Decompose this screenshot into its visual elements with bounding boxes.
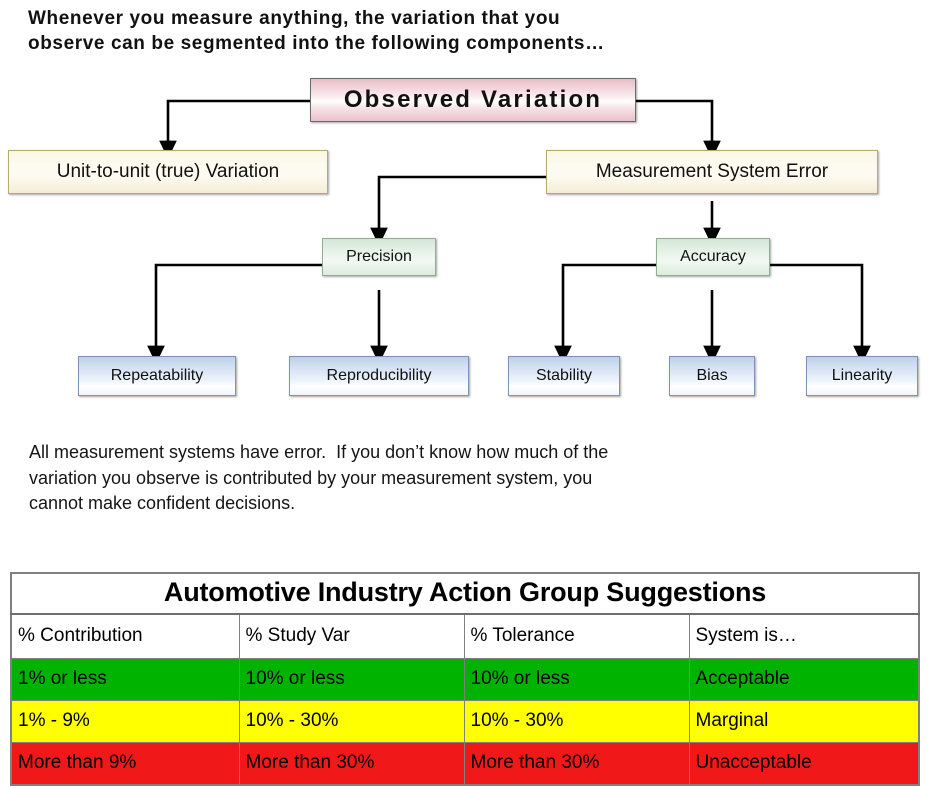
node-linearity-label: Linearity (831, 367, 893, 384)
body-paragraph: All measurement systems have error. If y… (29, 440, 759, 517)
cell-tolerance-acceptable: 10% or less (463, 658, 690, 701)
connector-mse-to-precision (370, 175, 546, 246)
table-title: Automotive Industry Action Group Suggest… (10, 572, 920, 615)
node-stability-label: Stability (535, 367, 593, 384)
node-observed-variation[interactable]: Observed Variation (310, 78, 636, 122)
body-paragraph-line-1: All measurement systems have error. If y… (29, 442, 609, 462)
node-unit-to-unit-variation-label: Unit-to-unit (true) Variation (56, 161, 280, 182)
node-reproducibility-label: Reproducibility (326, 367, 432, 384)
node-reproducibility[interactable]: Reproducibility (289, 356, 469, 396)
node-accuracy-label: Accuracy (680, 248, 746, 265)
node-unit-to-unit-variation[interactable]: Unit-to-unit (true) Variation (8, 150, 328, 194)
connector-precision-to-repeatability (147, 263, 322, 364)
cell-tolerance-marginal: 10% - 30% (463, 700, 690, 743)
cell-contribution-marginal: 1% - 9% (10, 700, 240, 743)
table-row: More than 9% More than 30% More than 30%… (10, 742, 920, 786)
cell-tolerance-unacceptable: More than 30% (463, 742, 690, 786)
node-observed-variation-label: Observed Variation (343, 86, 603, 113)
connector-observed-to-unit (159, 99, 310, 159)
node-measurement-system-error[interactable]: Measurement System Error (546, 150, 878, 194)
column-header-contribution: % Contribution (10, 613, 240, 659)
column-header-tolerance: % Tolerance (463, 613, 690, 659)
cell-contribution-acceptable: 1% or less (10, 658, 240, 701)
node-repeatability[interactable]: Repeatability (78, 356, 236, 396)
body-paragraph-line-2: variation you observe is contributed by … (29, 467, 593, 488)
node-bias[interactable]: Bias (669, 356, 755, 396)
status-badge-unacceptable: Unacceptable (688, 742, 920, 786)
variation-decomposition-diagram: Observed Variation Unit-to-unit (true) V… (0, 70, 940, 410)
connector-accuracy-to-stability (554, 263, 656, 364)
status-badge-marginal: Marginal (688, 700, 920, 743)
cell-study-var-unacceptable: More than 30% (238, 742, 465, 786)
cell-contribution-unacceptable: More than 9% (10, 742, 240, 786)
connector-observed-to-mse (636, 99, 721, 159)
table-row: 1% or less 10% or less 10% or less Accep… (10, 658, 920, 701)
table-title-row: Automotive Industry Action Group Suggest… (10, 572, 920, 615)
table-header-row: % Contribution % Study Var % Tolerance S… (10, 613, 920, 659)
headline-text: Whenever you measure anything, the varia… (28, 6, 768, 57)
connector-accuracy-to-linearity (769, 263, 871, 364)
column-header-study-var: % Study Var (238, 613, 465, 659)
node-measurement-system-error-label: Measurement System Error (595, 161, 829, 182)
body-paragraph-line-3: cannot make confident decisions. (29, 493, 296, 514)
node-precision-label: Precision (346, 248, 412, 265)
node-stability[interactable]: Stability (508, 356, 620, 396)
table-row: 1% - 9% 10% - 30% 10% - 30% Marginal (10, 700, 920, 743)
node-repeatability-label: Repeatability (110, 367, 204, 384)
headline-line-2: observe can be segmented into the follow… (28, 33, 605, 55)
column-header-system-is: System is… (688, 613, 920, 659)
cell-study-var-acceptable: 10% or less (238, 658, 465, 701)
headline-line-1: Whenever you measure anything, the varia… (28, 8, 561, 29)
cell-study-var-marginal: 10% - 30% (238, 700, 465, 743)
aiag-suggestions-table: Automotive Industry Action Group Suggest… (10, 572, 921, 786)
node-precision[interactable]: Precision (322, 238, 436, 276)
node-accuracy[interactable]: Accuracy (656, 238, 770, 276)
node-bias-label: Bias (696, 367, 728, 384)
node-linearity[interactable]: Linearity (806, 356, 918, 396)
status-badge-acceptable: Acceptable (688, 658, 920, 701)
